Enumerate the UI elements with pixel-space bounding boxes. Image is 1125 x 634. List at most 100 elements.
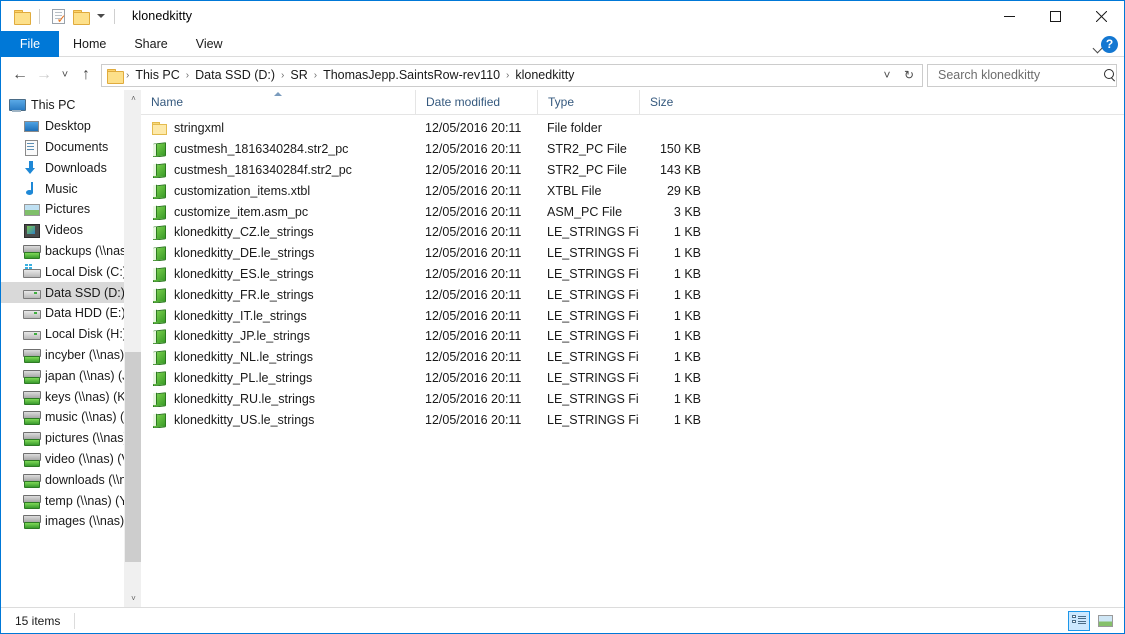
sidebar-item-data-hdd-e[interactable]: Data HDD (E:) [1,303,141,324]
cell-size: 143 KB [659,162,701,177]
table-row[interactable]: klonedkitty_RU.le_strings 12/05/2016 20:1… [141,388,1124,409]
sidebar-item-label: keys (\\nas) (K:) [45,389,134,404]
table-row[interactable]: customization_items.xtbl 12/05/2016 20:11… [141,180,1124,201]
cell-type: LE_STRINGS File [547,266,639,281]
table-row[interactable]: klonedkitty_CZ.le_strings 12/05/2016 20:1… [141,222,1124,243]
tab-share[interactable]: Share [120,31,181,57]
sidebar-item-japan-nas-j[interactable]: japan (\\nas) (J:) [1,365,141,386]
sidebar-scrollbar-thumb[interactable] [125,352,141,562]
close-button[interactable] [1078,1,1124,31]
sidebar-item-music-nas-m[interactable]: music (\\nas) (M [1,407,141,428]
file-icon [151,245,167,261]
forward-button[interactable]: → [32,63,56,87]
column-label-type: Type [548,95,575,109]
sidebar-item-local-disk-h[interactable]: Local Disk (H:) [1,324,141,345]
sidebar-scrollbar[interactable]: ˄ ˅ [124,90,141,607]
sidebar-item-downloads[interactable]: Downloads [1,157,141,178]
search-input[interactable] [936,67,1101,83]
properties-icon[interactable]: ✓ [47,5,69,27]
breadcrumb-item-sr[interactable]: SR [285,66,312,84]
folder-icon [151,120,167,136]
cell-size: 1 KB [673,391,701,406]
sidebar-item-backups-nas[interactable]: backups (\\nas) [1,241,141,262]
breadcrumb-folder-icon [107,68,124,84]
cell-name: stringxml [141,120,415,136]
recent-locations-chevron-down-icon[interactable]: ˅ [56,63,74,87]
sidebar-item-local-disk-c[interactable]: Local Disk (C:) [1,261,141,282]
sidebar-item-downloads-na[interactable]: downloads (\\na [1,469,141,490]
sidebar-item-temp-nas-y[interactable]: temp (\\nas) (Y:) [1,490,141,511]
table-row[interactable]: klonedkitty_IT.le_strings 12/05/2016 20:1… [141,305,1124,326]
chevron-down-icon[interactable] [91,5,107,27]
large-icons-view-button[interactable] [1094,611,1116,631]
table-row[interactable]: klonedkitty_DE.le_strings 12/05/2016 20:1… [141,243,1124,264]
cell-name: klonedkitty_CZ.le_strings [141,224,415,240]
column-header-type[interactable]: Type [537,90,639,115]
sidebar-item-documents[interactable]: Documents [1,137,141,158]
cell-type: LE_STRINGS File [547,287,639,302]
cell-name: klonedkitty_PL.le_strings [141,370,415,386]
file-name-label: klonedkitty_NL.le_strings [174,350,313,365]
tab-view[interactable]: View [182,31,237,57]
cell-type: ASM_PC File [547,204,623,219]
tab-home[interactable]: Home [59,31,120,57]
table-row[interactable]: custmesh_1816340284f.str2_pc 12/05/2016 2… [141,160,1124,181]
search-box[interactable] [927,63,1117,87]
table-row[interactable]: klonedkitty_JP.le_strings 12/05/2016 20:1… [141,326,1124,347]
sidebar-item-label: This PC [31,98,76,113]
sidebar-item-data-ssd-d[interactable]: Data SSD (D:) [1,282,141,303]
cell-date-modified: 12/05/2016 20:11 [425,287,522,302]
maximize-button[interactable] [1032,1,1078,31]
cell-type: STR2_PC File [547,162,627,177]
videos-icon [23,222,40,239]
sidebar-item-label: backups (\\nas) [45,243,131,258]
table-row[interactable]: klonedkitty_FR.le_strings 12/05/2016 20:1… [141,284,1124,305]
table-row[interactable]: customize_item.asm_pc 12/05/2016 20:11 ASM… [141,201,1124,222]
breadcrumb-item-data-ssd[interactable]: Data SSD (D:) [190,66,280,84]
table-row[interactable]: klonedkitty_PL.le_strings 12/05/2016 20:1… [141,368,1124,389]
sidebar-item-desktop[interactable]: Desktop [1,116,141,137]
sidebar-item-keys-nas-k[interactable]: keys (\\nas) (K:) [1,386,141,407]
sidebar-item-videos[interactable]: Videos [1,220,141,241]
address-dropdown-chevron-down-icon[interactable]: ˅ [876,65,898,86]
table-row[interactable]: klonedkitty_US.le_strings 12/05/2016 20:1… [141,409,1124,430]
file-name-label: klonedkitty_US.le_strings [174,412,315,427]
sidebar-item-images-nas[interactable]: images (\\nas) ( [1,511,141,532]
cell-type: XTBL File [547,183,602,198]
folder-icon[interactable] [10,5,32,27]
cell-type: LE_STRINGS File [547,329,639,344]
column-header-date-modified[interactable]: Date modified [415,90,537,115]
table-row[interactable]: custmesh_1816340284.str2_pc 12/05/2016 20… [141,139,1124,160]
new-folder-icon[interactable] [69,5,91,27]
column-header-size[interactable]: Size [639,90,711,115]
sidebar-item-music[interactable]: Music [1,178,141,199]
table-row[interactable]: klonedkitty_ES.le_strings 12/05/2016 20:1… [141,264,1124,285]
sidebar-item-this-pc[interactable]: This PC [1,95,141,116]
sidebar-item-incyber-nas[interactable]: incyber (\\nas) ( [1,345,141,366]
breadcrumb-item-this-pc[interactable]: This PC [130,66,184,84]
back-button[interactable]: ← [8,63,32,87]
breadcrumb-item-thomasjepp[interactable]: ThomasJepp.SaintsRow-rev110 [318,66,505,84]
sidebar-item-pictures[interactable]: Pictures [1,199,141,220]
minimize-button[interactable] [986,1,1032,31]
up-button[interactable]: ↑ [74,63,98,87]
network-drive-icon [23,451,41,467]
scroll-up-arrow-icon[interactable]: ˄ [125,90,141,107]
table-row[interactable]: stringxml 12/05/2016 20:11 File folder [141,118,1124,139]
column-header-name[interactable]: Name [141,90,415,115]
refresh-icon[interactable]: ↻ [898,65,920,86]
file-rows: stringxml 12/05/2016 20:11 File folder cust… [141,115,1124,607]
tab-file[interactable]: File [1,31,59,57]
help-icon[interactable]: ? [1101,35,1118,53]
breadcrumb[interactable]: › This PC › Data SSD (D:) › SR › ThomasJ… [101,63,923,87]
cell-date-modified: 12/05/2016 20:11 [425,329,522,344]
sidebar-item-video-nas-v[interactable]: video (\\nas) (V: [1,449,141,470]
table-row[interactable]: klonedkitty_NL.le_strings 12/05/2016 20:1… [141,347,1124,368]
sidebar-item-pictures-nas[interactable]: pictures (\\nas) ( [1,428,141,449]
cell-name: klonedkitty_FR.le_strings [141,287,415,303]
scroll-down-arrow-icon[interactable]: ˅ [125,590,141,607]
details-view-button[interactable] [1068,611,1090,631]
window-controls [986,1,1124,31]
network-drive-icon [23,472,41,488]
breadcrumb-item-klonedkitty[interactable]: klonedkitty [510,66,579,84]
